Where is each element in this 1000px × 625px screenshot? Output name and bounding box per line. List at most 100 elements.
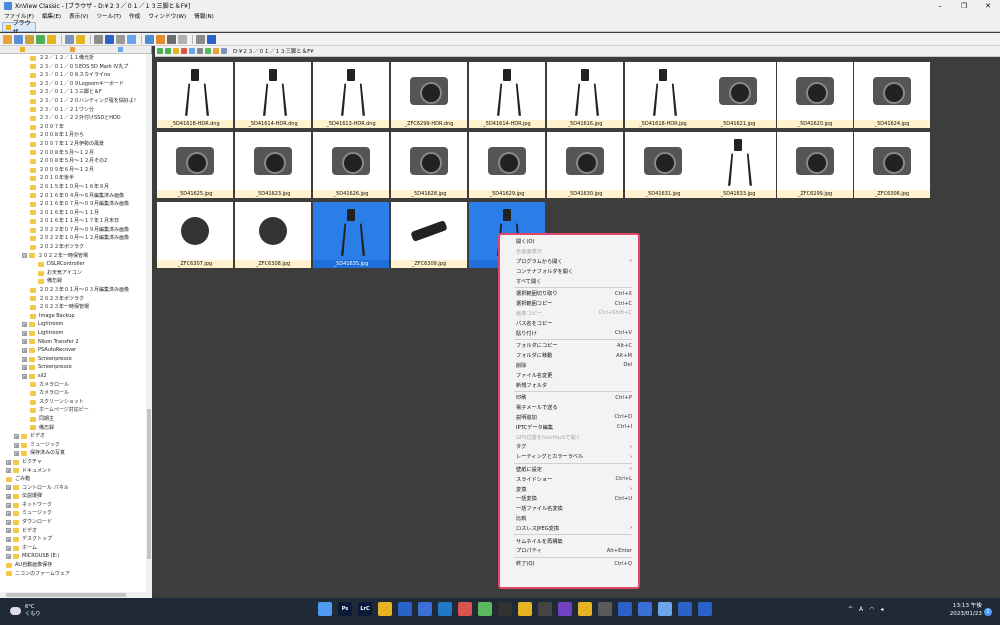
tree-item[interactable]: ⊞ Lightroom — [0, 320, 146, 329]
tree-item[interactable]: ２００８年５月～１２月 — [0, 149, 146, 158]
context-menu-item[interactable]: プログラムから開く › — [500, 257, 638, 267]
menu-edit[interactable]: 編集(E) — [42, 12, 61, 20]
taskbar-app-icon[interactable] — [558, 602, 572, 616]
tree-item[interactable]: ２００７年１２月伊勢の風景 — [0, 140, 146, 149]
tree-item[interactable]: ⊞ ネットワーク — [0, 501, 146, 510]
filter-icon[interactable] — [205, 48, 211, 54]
tree-item[interactable]: カメラロール — [0, 381, 146, 390]
thumbnail[interactable]: _5D41623.jpg — [235, 132, 311, 198]
tree-item[interactable]: お天気アイコン — [0, 269, 146, 278]
minimize-button[interactable]: – — [928, 2, 952, 10]
tree-item[interactable]: ２０２２年０７月～０９月編集済み画像 — [0, 226, 146, 235]
tree-item[interactable]: ２３／０１／２１ワシ分 — [0, 106, 146, 115]
tree-item[interactable]: ２００８年１月から — [0, 131, 146, 140]
taskbar-app-icon[interactable] — [518, 602, 532, 616]
expand-toggle-icon[interactable]: ⊞ — [22, 347, 27, 353]
expand-toggle-icon[interactable]: ⊞ — [14, 433, 19, 439]
context-menu-item[interactable]: 比較 — [500, 514, 638, 524]
taskbar-app-icon[interactable] — [378, 602, 392, 616]
address-path[interactable]: D:¥２３／０１／１３三脚と＆F¥ — [233, 47, 314, 55]
context-menu-item[interactable]: IPTCデータ編集 Ctrl+I — [500, 422, 638, 432]
tree-item[interactable]: ニコンのファームウェア — [0, 570, 146, 579]
context-menu-item[interactable]: ロスレスJPEG変換 › — [500, 523, 638, 533]
batch-icon[interactable] — [127, 34, 136, 44]
menu-info[interactable]: 情報(N) — [194, 12, 214, 20]
thumbnail[interactable]: _5D41621.jpg — [700, 62, 776, 128]
expand-toggle-icon[interactable]: ⊞ — [6, 511, 11, 517]
thumbnail[interactable]: _5D41630.jpg — [547, 132, 623, 198]
tab-browser[interactable]: ブラウザ — [2, 20, 36, 36]
chevron-up-icon[interactable]: ^ — [848, 606, 853, 613]
tree-item[interactable]: カメラロール — [0, 389, 146, 398]
tree-item[interactable]: ２３／０１／２０ハンティング罹を悩好よ！ — [0, 97, 146, 106]
context-menu-item[interactable]: 説明追加 Ctrl+D — [500, 413, 638, 423]
scroll-thumb[interactable] — [147, 409, 151, 559]
tree-item[interactable]: ２０１５年１０月～１６年９月 — [0, 183, 146, 192]
context-menu-item[interactable]: 終了(Q) Ctrl+Q — [500, 559, 638, 569]
context-menu-item[interactable]: サムネイルを再構築 — [500, 536, 638, 546]
tree-item[interactable]: ２０１６年０４月～６月編集済み画像 — [0, 192, 146, 201]
context-menu-item[interactable]: コンテナフォルダを開く — [500, 266, 638, 276]
taskbar-app-icon[interactable] — [398, 602, 412, 616]
context-menu-item[interactable]: 電子メールで送る — [500, 403, 638, 413]
folder-up-icon[interactable] — [173, 48, 179, 54]
notification-badge[interactable]: 2 — [984, 608, 992, 616]
tree-item[interactable]: ごみ箱 — [0, 475, 146, 484]
back-icon[interactable] — [157, 48, 163, 54]
expand-toggle-icon[interactable]: ⊞ — [6, 494, 11, 500]
tree-item[interactable]: ⊞ PSAutoRecover — [0, 346, 146, 355]
thumbnail[interactable]: _ZFC6299.jpg — [777, 132, 853, 198]
context-menu-item[interactable]: レーティングとカラーラベル › — [500, 452, 638, 462]
acquire-icon[interactable] — [36, 34, 45, 44]
tree-item[interactable]: ホームページ対応ビー — [0, 406, 146, 415]
expand-toggle-icon[interactable]: ⊟ — [22, 253, 27, 259]
expand-toggle-icon[interactable]: ⊞ — [22, 330, 27, 336]
tree-item[interactable]: ⊞ デスクトップ — [0, 535, 146, 544]
forward-icon[interactable] — [165, 48, 171, 54]
expand-toggle-icon[interactable]: ⊞ — [22, 339, 27, 345]
expand-toggle-icon[interactable]: ⊞ — [22, 356, 27, 362]
tree-item[interactable]: ２００９年６月～１２月 — [0, 166, 146, 175]
tree-item[interactable]: ⊞ ミュージック — [0, 509, 146, 518]
tag-icon[interactable] — [213, 48, 219, 54]
taskbar-app-icon[interactable] — [418, 602, 432, 616]
menu-view[interactable]: 表示(V) — [69, 12, 88, 20]
context-menu-item[interactable]: 新規フォルダ — [500, 380, 638, 390]
tree-item[interactable]: ⊞ ホーム — [0, 544, 146, 553]
menu-create[interactable]: 作成 — [129, 12, 140, 20]
ime-indicator[interactable]: A — [859, 606, 863, 613]
stop-icon[interactable] — [181, 48, 187, 54]
tree-item[interactable]: 備忘録 — [0, 424, 146, 433]
view-icon[interactable] — [178, 34, 187, 44]
thumbnail[interactable]: _5D41624.jpg — [854, 62, 930, 128]
tree-item[interactable]: ⊟ ２０２２年一時保管場 — [0, 252, 146, 261]
taskbar-app-icon[interactable]: LrC — [358, 602, 372, 616]
taskbar-app-icon[interactable]: Ps — [338, 602, 352, 616]
tree-item[interactable]: ２３／０１／０８スカイライno — [0, 71, 146, 80]
save-icon[interactable] — [65, 34, 74, 44]
tree-item[interactable]: ２０１６年０７月～０９月編集済み画像 — [0, 200, 146, 209]
clock[interactable]: 13:13 午後 2023/01/23 — [938, 603, 982, 618]
tree-item[interactable]: ⊞ ミュージック — [0, 441, 146, 450]
menu-window[interactable]: ウィンドウ(W) — [148, 12, 186, 20]
taskbar-app-icon[interactable] — [438, 602, 452, 616]
tree-item[interactable]: ⊞ Screenpresso — [0, 355, 146, 364]
tree-item[interactable]: ⊞ ビデオ — [0, 432, 146, 441]
taskbar-app-icon[interactable] — [618, 602, 632, 616]
tree-item[interactable]: DSLRController — [0, 260, 146, 269]
tree-item[interactable]: Image Backup — [0, 312, 146, 321]
context-menu-item[interactable]: 印刷 Ctrl+P — [500, 393, 638, 403]
expand-toggle-icon[interactable]: ⊞ — [6, 519, 11, 525]
context-menu-item[interactable]: 選択範囲切り取り Ctrl+X — [500, 289, 638, 299]
tree-item[interactable]: ２３／０１／２２外付けSSDとHDD — [0, 114, 146, 123]
thumbnail[interactable]: _5D41629.jpg — [469, 132, 545, 198]
context-menu-item[interactable]: ファイル名変更 — [500, 370, 638, 380]
thumbnail[interactable]: _5D41616.jpg — [547, 62, 623, 128]
wifi-icon[interactable]: ◠ — [869, 606, 874, 613]
context-menu-item[interactable]: スライドショー Ctrl+L — [500, 474, 638, 484]
context-menu-item[interactable]: 変換 › — [500, 484, 638, 494]
expand-toggle-icon[interactable]: ⊞ — [6, 545, 11, 551]
taskbar-app-icon[interactable] — [478, 602, 492, 616]
tree-item[interactable]: ２２／１２／１１備光折 — [0, 54, 146, 63]
taskbar-app-icon[interactable] — [658, 602, 672, 616]
